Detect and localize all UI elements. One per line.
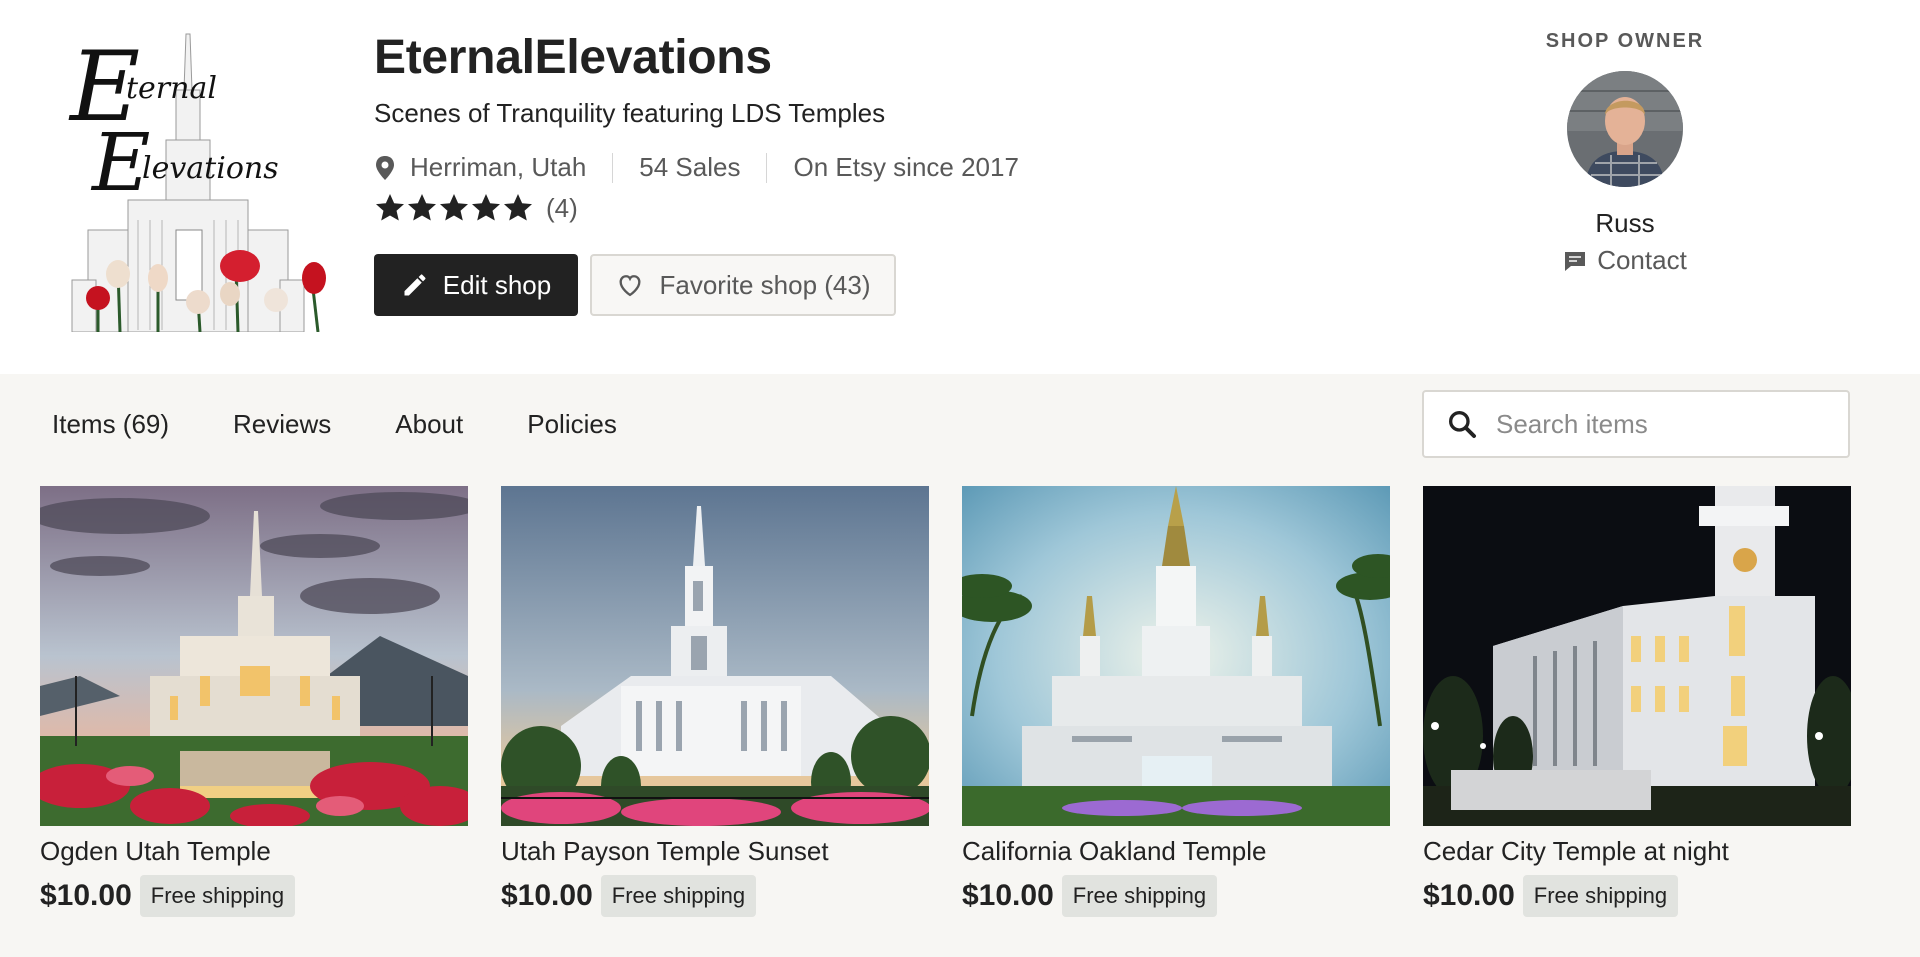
- shop-logo[interactable]: E ternal E levations: [68, 30, 340, 332]
- listing-title[interactable]: Cedar City Temple at night: [1423, 836, 1851, 867]
- shop-sales[interactable]: 54 Sales: [639, 152, 740, 183]
- listing-title[interactable]: Utah Payson Temple Sunset: [501, 836, 929, 867]
- owner-avatar[interactable]: [1567, 71, 1683, 187]
- listing-card[interactable]: Utah Payson Temple Sunset $10.00 Free sh…: [501, 486, 929, 917]
- listing-title[interactable]: Ogden Utah Temple: [40, 836, 468, 867]
- location-pin-icon: [376, 155, 394, 180]
- listing-title[interactable]: California Oakland Temple: [962, 836, 1390, 867]
- star-icon: [472, 194, 500, 221]
- meta-divider: [612, 152, 614, 183]
- listing-price: $10.00: [1423, 879, 1515, 912]
- listing-grid: Ogden Utah Temple $10.00 Free shipping U…: [40, 486, 1851, 917]
- favorite-shop-button[interactable]: Favorite shop (43): [590, 254, 896, 316]
- free-shipping-badge: Free shipping: [1522, 875, 1679, 917]
- listing-price: $10.00: [501, 879, 593, 912]
- listing-card[interactable]: Cedar City Temple at night $10.00 Free s…: [1423, 486, 1851, 917]
- star-icon: [376, 194, 404, 221]
- listing-price-row: $10.00 Free shipping: [962, 875, 1390, 917]
- heart-icon: [618, 275, 641, 297]
- shop-tagline: Scenes of Tranquility featuring LDS Temp…: [374, 98, 886, 128]
- message-icon: [1565, 251, 1586, 271]
- listing-price-row: $10.00 Free shipping: [40, 875, 468, 917]
- shop-since: On Etsy since 2017: [793, 152, 1019, 182]
- listing-image-oakland[interactable]: [962, 486, 1390, 826]
- listing-image-cedar-city[interactable]: [1423, 486, 1851, 826]
- rating-count: (4): [546, 192, 578, 223]
- shop-body: Items (69) Reviews About Policies Search…: [0, 374, 1920, 957]
- shop-owner: SHOP OWNER Russ Contact: [1500, 30, 1750, 276]
- rating-stars: [374, 192, 534, 224]
- owner-name[interactable]: Russ: [1500, 208, 1750, 239]
- star-icon: [440, 194, 468, 221]
- contact-label: Contact: [1597, 245, 1687, 275]
- listing-image-payson[interactable]: [501, 486, 929, 826]
- pencil-icon: [404, 274, 426, 296]
- meta-divider: [766, 152, 768, 183]
- shop-name: EternalElevations: [374, 31, 772, 84]
- shop-info: EternalElevations Scenes of Tranquility …: [374, 30, 1019, 316]
- listing-price: $10.00: [962, 879, 1054, 912]
- tab-about[interactable]: About: [395, 404, 463, 444]
- search-box[interactable]: [1422, 390, 1850, 458]
- shop-owner-label: SHOP OWNER: [1545, 30, 1705, 52]
- listing-card[interactable]: California Oakland Temple $10.00 Free sh…: [962, 486, 1390, 917]
- contact-owner-link[interactable]: Contact: [1500, 245, 1750, 276]
- svg-text:ternal: ternal: [126, 71, 217, 106]
- favorite-shop-label: Favorite shop (43): [659, 269, 871, 300]
- search-icon: [1449, 411, 1476, 438]
- listing-image-ogden[interactable]: [40, 486, 468, 826]
- tab-policies[interactable]: Policies: [527, 404, 617, 444]
- shop-header: E ternal E levations EternalElevations S…: [0, 0, 1920, 374]
- shop-tabs: Items (69) Reviews About Policies: [52, 404, 681, 444]
- free-shipping-badge: Free shipping: [600, 875, 757, 917]
- star-icon: [504, 194, 532, 221]
- star-icon: [408, 194, 436, 221]
- edit-shop-label: Edit shop: [442, 269, 552, 300]
- free-shipping-badge: Free shipping: [139, 875, 296, 917]
- listing-price-row: $10.00 Free shipping: [501, 875, 929, 917]
- svg-text:levations: levations: [142, 151, 279, 186]
- free-shipping-badge: Free shipping: [1061, 875, 1218, 917]
- shop-actions: Edit shop Favorite shop (43): [374, 254, 896, 316]
- tab-reviews[interactable]: Reviews: [233, 404, 331, 444]
- shop-meta: Herriman, Utah 54 Sales On Etsy since 20…: [374, 152, 1019, 183]
- shop-location: Herriman, Utah: [410, 152, 587, 182]
- search-input[interactable]: [1496, 408, 1836, 440]
- shop-rating[interactable]: (4): [374, 192, 578, 224]
- listing-price: $10.00: [40, 879, 132, 912]
- listing-price-row: $10.00 Free shipping: [1423, 875, 1851, 917]
- listing-card[interactable]: Ogden Utah Temple $10.00 Free shipping: [40, 486, 468, 917]
- tab-items[interactable]: Items (69): [52, 404, 169, 444]
- edit-shop-button[interactable]: Edit shop: [374, 254, 578, 316]
